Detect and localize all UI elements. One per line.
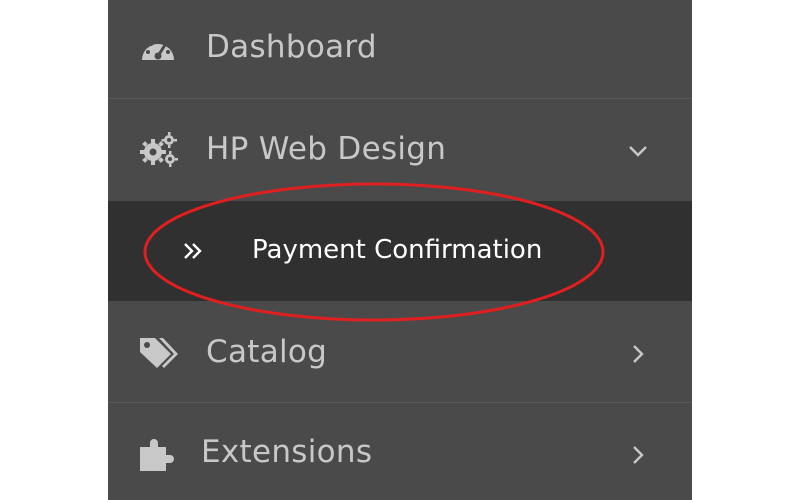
sidebar-item-hp-web-design[interactable]: HP Web Design	[108, 100, 692, 200]
sidebar-item-label: Extensions	[201, 434, 373, 470]
sidebar-item-label: Catalog	[206, 334, 328, 370]
sidebar-menu: Dashboard HP Web Design Payment Confirma…	[108, 0, 692, 500]
sidebar-item-catalog[interactable]: Catalog	[108, 301, 692, 401]
double-chevron-right-icon	[182, 240, 204, 262]
tags-icon	[138, 334, 178, 374]
cogs-icon	[138, 130, 178, 170]
sidebar-item-extensions[interactable]: Extensions	[108, 403, 692, 500]
submenu-item-label: Payment Confirmation	[252, 235, 543, 265]
sidebar-item-label: Dashboard	[206, 29, 377, 65]
chevron-right-icon[interactable]	[626, 443, 650, 467]
submenu-item-payment-confirmation[interactable]: Payment Confirmation	[108, 201, 692, 301]
dashboard-gauge-icon	[138, 30, 178, 70]
sidebar-item-label: HP Web Design	[206, 131, 447, 167]
chevron-down-icon[interactable]	[626, 139, 650, 163]
chevron-right-icon[interactable]	[626, 342, 650, 366]
sidebar-item-dashboard[interactable]: Dashboard	[108, 0, 692, 100]
menu-divider	[108, 98, 692, 99]
puzzle-piece-icon	[138, 435, 178, 475]
